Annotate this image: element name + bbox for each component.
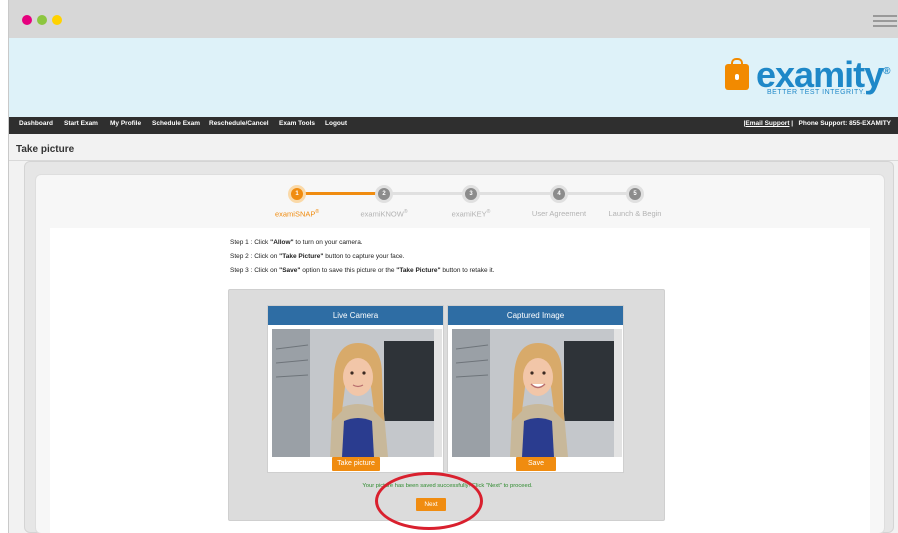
step-2-label: examiKNOW® bbox=[360, 209, 408, 219]
step-connector bbox=[385, 192, 639, 195]
support-links: |Email Support | Phone Support: 855-EXAM… bbox=[744, 120, 891, 127]
separator: | bbox=[791, 120, 794, 127]
minimize-window-dot[interactable] bbox=[37, 15, 47, 25]
site-header: examity® BETTER TEST INTEGRITY. bbox=[9, 38, 898, 117]
highlight-annotation bbox=[375, 472, 483, 530]
instruction-step-1: Step 1 : Click "Allow" to turn on your c… bbox=[230, 239, 363, 246]
save-button[interactable]: Save bbox=[516, 457, 556, 471]
browser-window: examity® BETTER TEST INTEGRITY. Dashboar… bbox=[8, 0, 898, 533]
close-window-dot[interactable] bbox=[22, 15, 32, 25]
step-3-label: examiKEY® bbox=[451, 209, 491, 219]
step-2-indicator: 2 bbox=[375, 185, 393, 203]
captured-image-card: Captured Image Save bbox=[447, 305, 624, 473]
live-camera-title: Live Camera bbox=[268, 306, 443, 325]
maximize-window-dot[interactable] bbox=[52, 15, 62, 25]
phone-support: Phone Support: 855-EXAMITY bbox=[798, 120, 891, 127]
step-1-label: examiSNAP® bbox=[274, 209, 320, 219]
nav-logout[interactable]: Logout bbox=[325, 120, 347, 127]
nav-dashboard[interactable]: Dashboard bbox=[19, 120, 53, 127]
camera-area: Live Camera Take picture Captured Image … bbox=[228, 289, 665, 530]
captured-image bbox=[452, 329, 622, 457]
nav-reschedule-cancel[interactable]: Reschedule/Cancel bbox=[209, 120, 269, 127]
email-support-link[interactable]: Email Support bbox=[745, 120, 789, 127]
captured-image-title: Captured Image bbox=[448, 306, 623, 325]
step-5-label: Launch & Begin bbox=[608, 209, 662, 218]
brand-tagline: BETTER TEST INTEGRITY. bbox=[767, 89, 866, 96]
nav-my-profile[interactable]: My Profile bbox=[110, 120, 141, 127]
step-4-label: User Agreement bbox=[531, 209, 587, 218]
instruction-step-2: Step 2 : Click on "Take Picture" button … bbox=[230, 253, 405, 260]
main-nav: Dashboard Start Exam My Profile Schedule… bbox=[9, 117, 898, 134]
page-content: Take picture 1 2 3 4 5 examiSNAP® examiK… bbox=[9, 134, 898, 533]
step-3-indicator: 3 bbox=[462, 185, 480, 203]
instruction-step-3: Step 3 : Click on "Save" option to save … bbox=[230, 267, 495, 274]
nav-start-exam[interactable]: Start Exam bbox=[64, 120, 98, 127]
step-4-indicator: 4 bbox=[550, 185, 568, 203]
examity-logo[interactable]: examity® BETTER TEST INTEGRITY. bbox=[725, 52, 891, 102]
nav-exam-tools[interactable]: Exam Tools bbox=[279, 120, 315, 127]
inner-panel: 1 2 3 4 5 examiSNAP® examiKNOW® examiKEY… bbox=[35, 174, 885, 533]
page-title: Take picture bbox=[16, 144, 75, 155]
hamburger-icon[interactable] bbox=[873, 15, 897, 27]
progress-stepper: 1 2 3 4 5 examiSNAP® examiKNOW® examiKEY… bbox=[36, 175, 886, 235]
nav-schedule-exam[interactable]: Schedule Exam bbox=[152, 120, 200, 127]
step-connector-active bbox=[298, 192, 385, 195]
take-picture-button[interactable]: Take picture bbox=[332, 457, 380, 471]
lock-icon bbox=[725, 58, 749, 90]
outer-panel: 1 2 3 4 5 examiSNAP® examiKNOW® examiKEY… bbox=[24, 161, 894, 533]
live-camera-card: Live Camera Take picture bbox=[267, 305, 444, 473]
step-5-indicator: 5 bbox=[626, 185, 644, 203]
browser-chrome bbox=[9, 0, 898, 38]
step-1-indicator: 1 bbox=[288, 185, 306, 203]
live-camera-feed bbox=[272, 329, 442, 457]
